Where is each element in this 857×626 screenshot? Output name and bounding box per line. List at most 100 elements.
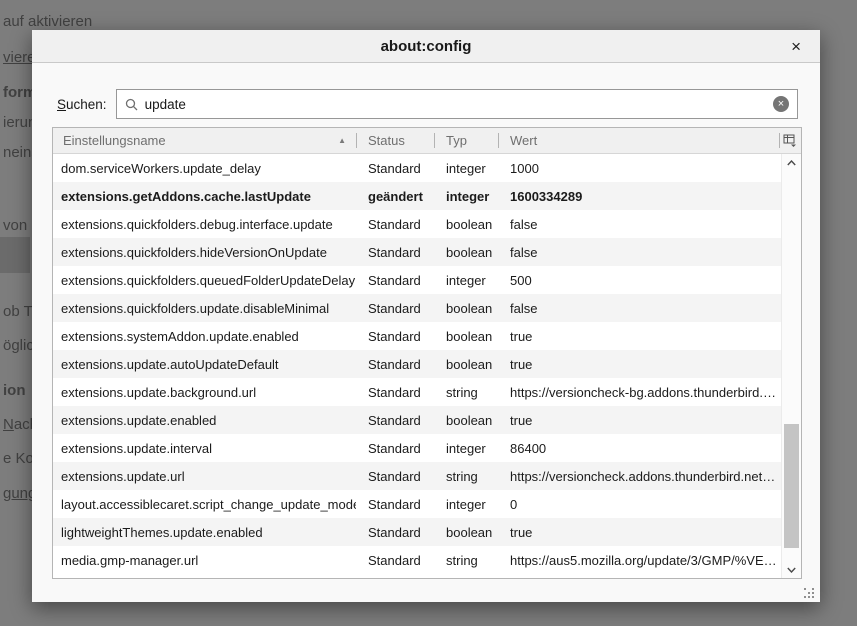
- table-row[interactable]: extensions.update.intervalStandardintege…: [53, 434, 801, 462]
- pref-name[interactable]: extensions.update.autoUpdateDefault: [53, 357, 356, 372]
- table-row[interactable]: media.gmp-manager.urlStandardstringhttps…: [53, 546, 801, 574]
- table-row[interactable]: extensions.update.autoUpdateDefaultStand…: [53, 350, 801, 378]
- table-row[interactable]: layout.accessiblecaret.script_change_upd…: [53, 490, 801, 518]
- pref-type[interactable]: boolean: [434, 357, 498, 372]
- column-header-wert[interactable]: Wert: [498, 128, 779, 153]
- pref-value[interactable]: true: [498, 329, 777, 344]
- pref-name[interactable]: extensions.quickfolders.queuedFolderUpda…: [53, 273, 356, 288]
- pref-status[interactable]: Standard: [356, 497, 434, 512]
- close-icon[interactable]: ×: [782, 30, 810, 62]
- pref-name[interactable]: extensions.systemAddon.update.enabled: [53, 329, 356, 344]
- pref-type[interactable]: integer: [434, 161, 498, 176]
- pref-status[interactable]: Standard: [356, 441, 434, 456]
- pref-status[interactable]: Standard: [356, 161, 434, 176]
- pref-status[interactable]: Standard: [356, 413, 434, 428]
- pref-status[interactable]: Standard: [356, 245, 434, 260]
- pref-name[interactable]: extensions.getAddons.cache.lastUpdate: [53, 189, 356, 204]
- pref-type[interactable]: integer: [434, 189, 498, 204]
- pref-status[interactable]: Standard: [356, 385, 434, 400]
- table-row[interactable]: lightweightThemes.update.enabledStandard…: [53, 518, 801, 546]
- pref-type[interactable]: boolean: [434, 217, 498, 232]
- pref-status[interactable]: Standard: [356, 273, 434, 288]
- clear-search-icon[interactable]: ×: [773, 96, 789, 112]
- pref-value[interactable]: 1600334289: [498, 189, 777, 204]
- pref-value[interactable]: 0: [498, 497, 777, 512]
- pref-type[interactable]: boolean: [434, 413, 498, 428]
- search-box[interactable]: ×: [116, 89, 798, 119]
- column-header-name[interactable]: Einstellungsname ▲: [53, 128, 356, 153]
- scrollbar-thumb[interactable]: [784, 424, 799, 548]
- search-row: Suchen: ×: [57, 89, 798, 119]
- pref-type[interactable]: boolean: [434, 525, 498, 540]
- pref-status[interactable]: geändert: [356, 189, 434, 204]
- chevron-up-icon: [787, 160, 796, 166]
- pref-value[interactable]: https://versioncheck.addons.thunderbird.…: [498, 469, 777, 484]
- column-header-typ[interactable]: Typ: [434, 128, 498, 153]
- table-row[interactable]: dom.serviceWorkers.update_delayStandardi…: [53, 154, 801, 182]
- table-row[interactable]: extensions.update.background.urlStandard…: [53, 378, 801, 406]
- pref-type[interactable]: string: [434, 553, 498, 568]
- pref-status[interactable]: Standard: [356, 217, 434, 232]
- pref-name[interactable]: extensions.update.enabled: [53, 413, 356, 428]
- pref-value[interactable]: https://versioncheck-bg.addons.thunderbi…: [498, 385, 777, 400]
- search-input[interactable]: [145, 97, 773, 112]
- pref-value[interactable]: 500: [498, 273, 777, 288]
- pref-status[interactable]: Standard: [356, 525, 434, 540]
- scroll-up-button[interactable]: [782, 154, 801, 171]
- column-header-status[interactable]: Status: [356, 128, 434, 153]
- pref-type[interactable]: integer: [434, 441, 498, 456]
- pref-value[interactable]: true: [498, 357, 777, 372]
- pref-value[interactable]: 1000: [498, 161, 777, 176]
- pref-name[interactable]: dom.serviceWorkers.update_delay: [53, 161, 356, 176]
- pref-type[interactable]: integer: [434, 497, 498, 512]
- pref-name[interactable]: extensions.quickfolders.update.disableMi…: [53, 301, 356, 316]
- pref-type[interactable]: boolean: [434, 245, 498, 260]
- pref-name[interactable]: layout.accessiblecaret.script_change_upd…: [53, 497, 356, 512]
- table-body: dom.serviceWorkers.update_delayStandardi…: [53, 154, 801, 579]
- pref-name[interactable]: extensions.update.interval: [53, 441, 356, 456]
- column-picker-button[interactable]: [779, 128, 801, 153]
- pref-value[interactable]: https://aus5.mozilla.org/update/3/GMP/%V…: [498, 553, 777, 568]
- pref-type[interactable]: boolean: [434, 329, 498, 344]
- pref-name[interactable]: lightweightThemes.update.enabled: [53, 525, 356, 540]
- table-row[interactable]: extensions.getAddons.cache.lastUpdategeä…: [53, 182, 801, 210]
- pref-type[interactable]: integer: [434, 273, 498, 288]
- table-columns-icon: [783, 134, 797, 147]
- background-text: ob T: [3, 303, 33, 320]
- scroll-down-button[interactable]: [782, 561, 801, 578]
- resize-grip[interactable]: [804, 588, 806, 590]
- table-row[interactable]: extensions.quickfolders.hideVersionOnUpd…: [53, 238, 801, 266]
- pref-status[interactable]: Standard: [356, 357, 434, 372]
- background-text: auf aktivieren: [3, 13, 92, 30]
- chevron-down-icon: [787, 567, 796, 573]
- pref-name[interactable]: extensions.quickfolders.debug.interface.…: [53, 217, 356, 232]
- table-header: Einstellungsname ▲ Status Typ Wert: [53, 128, 801, 154]
- pref-value[interactable]: true: [498, 525, 777, 540]
- pref-name[interactable]: extensions.update.url: [53, 469, 356, 484]
- table-row[interactable]: extensions.quickfolders.update.disableMi…: [53, 294, 801, 322]
- pref-value[interactable]: false: [498, 301, 777, 316]
- dialog-titlebar: about:config ×: [32, 30, 820, 63]
- pref-type[interactable]: string: [434, 469, 498, 484]
- pref-name[interactable]: extensions.update.background.url: [53, 385, 356, 400]
- pref-status[interactable]: Standard: [356, 301, 434, 316]
- pref-status[interactable]: Standard: [356, 553, 434, 568]
- pref-status[interactable]: Standard: [356, 469, 434, 484]
- table-row[interactable]: extensions.quickfolders.queuedFolderUpda…: [53, 266, 801, 294]
- pref-type[interactable]: string: [434, 385, 498, 400]
- table-row[interactable]: extensions.systemAddon.update.enabledSta…: [53, 322, 801, 350]
- pref-value[interactable]: 86400: [498, 441, 777, 456]
- pref-name[interactable]: extensions.quickfolders.hideVersionOnUpd…: [53, 245, 356, 260]
- table-row[interactable]: extensions.update.urlStandardstringhttps…: [53, 462, 801, 490]
- pref-value[interactable]: true: [498, 413, 777, 428]
- pref-status[interactable]: Standard: [356, 329, 434, 344]
- pref-type[interactable]: boolean: [434, 301, 498, 316]
- vertical-scrollbar[interactable]: [781, 154, 801, 578]
- preferences-table: Einstellungsname ▲ Status Typ Wert: [52, 127, 802, 579]
- table-row[interactable]: extensions.quickfolders.debug.interface.…: [53, 210, 801, 238]
- table-row[interactable]: extensions.update.enabledStandardboolean…: [53, 406, 801, 434]
- magnifier-icon: [125, 98, 138, 111]
- pref-value[interactable]: false: [498, 245, 777, 260]
- pref-value[interactable]: false: [498, 217, 777, 232]
- pref-name[interactable]: media.gmp-manager.url: [53, 553, 356, 568]
